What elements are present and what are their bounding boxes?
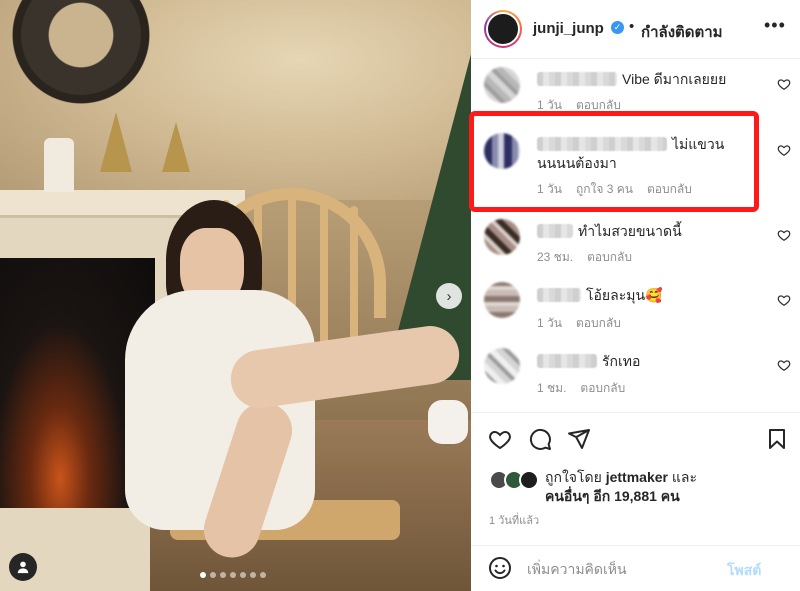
commenter-name[interactable] [537, 354, 597, 368]
commenter-avatar[interactable] [484, 219, 520, 255]
author-username[interactable]: junji_junp [533, 20, 604, 37]
comment-time: 1 ชม. [537, 381, 567, 395]
comment-text: ทำไมสวยขนาดนี้ [578, 223, 682, 239]
emoji-icon[interactable] [488, 556, 512, 580]
commenter-avatar[interactable] [484, 348, 520, 384]
like-comment-heart-icon[interactable] [777, 77, 791, 91]
comment-item: Vibe ดีมากเลยยย 1 วัน ตอบกลับ [471, 62, 800, 114]
post-timestamp[interactable]: 1 วันที่แล้ว [489, 511, 539, 529]
liker-avatar [519, 470, 539, 490]
reply-button[interactable]: ตอบกลับ [576, 314, 621, 333]
gold-tree-ornament [100, 112, 132, 172]
share-send-icon[interactable] [567, 427, 591, 451]
carousel-dot [220, 572, 226, 578]
comments-panel: junji_junp ✓ • กำลังติดตาม ••• Vibe ดีมา… [471, 0, 800, 591]
comment-meta: 23 ชม. ตอบกลับ [537, 248, 632, 267]
comment-meta: 1 วัน ตอบกลับ [537, 314, 621, 333]
comment-meta: 1 ชม. ตอบกลับ [537, 379, 625, 398]
liked-by-avatars[interactable] [489, 470, 539, 490]
commenter-avatar[interactable] [484, 67, 520, 103]
comment-time: 23 ชม. [537, 250, 574, 264]
liked-by-text: ถูกใจโดย jettmaker และ คนอื่นๆ อีก 19,88… [545, 468, 697, 506]
bookmark-icon[interactable] [765, 427, 789, 451]
commenter-name[interactable] [537, 224, 573, 238]
carousel-next-button[interactable]: › [436, 283, 462, 309]
highlight-annotation [469, 111, 759, 212]
reply-button[interactable]: ตอบกลับ [580, 379, 625, 398]
comment-body: โอ้ยละมุน🥰 [537, 286, 762, 305]
carousel-dot [200, 572, 206, 578]
add-comment-bar: โพสต์ [471, 545, 800, 591]
header-separator: • [629, 18, 635, 35]
more-options-icon[interactable]: ••• [764, 15, 786, 36]
verified-badge-icon: ✓ [611, 21, 624, 34]
gold-tree-ornament [162, 122, 190, 172]
deer-ornament [44, 138, 74, 192]
comment-body: ทำไมสวยขนาดนี้ [537, 222, 762, 241]
following-button[interactable]: กำลังติดตาม [641, 20, 723, 44]
comment-body: Vibe ดีมากเลยยย [537, 70, 762, 89]
commenter-avatar[interactable] [484, 282, 520, 318]
like-comment-heart-icon[interactable] [777, 293, 791, 307]
comment-item: รักเทอ 1 ชม. ตอบกลับ [471, 344, 800, 396]
commenter-name[interactable] [537, 288, 581, 302]
commenter-name[interactable] [537, 72, 617, 86]
tagged-users-button[interactable] [9, 553, 37, 581]
liked-by-prefix: ถูกใจโดย [545, 469, 602, 485]
person-icon [17, 561, 29, 574]
carousel-dot [240, 572, 246, 578]
chevron-right-icon: › [446, 287, 452, 305]
comment-item: ทำไมสวยขนาดนี้ 23 ชม. ตอบกลับ [471, 214, 800, 266]
carousel-dot [230, 572, 236, 578]
comment-body: รักเทอ [537, 352, 762, 371]
like-comment-heart-icon[interactable] [777, 143, 791, 157]
comment-bubble-icon[interactable] [528, 427, 552, 451]
post-header: junji_junp ✓ • กำลังติดตาม ••• [471, 0, 800, 59]
carousel-dot [260, 572, 266, 578]
carousel-indicator [200, 572, 266, 578]
carousel-dot [250, 572, 256, 578]
comment-item: โอ้ยละมุน🥰 1 วัน ตอบกลับ [471, 280, 800, 332]
comment-text: Vibe ดีมากเลยยย [622, 71, 727, 87]
post-actions: ถูกใจโดย jettmaker และ คนอื่นๆ อีก 19,88… [471, 412, 800, 555]
author-avatar[interactable] [484, 10, 522, 48]
comment-text: รักเทอ [602, 353, 641, 369]
like-comment-heart-icon[interactable] [777, 228, 791, 242]
comment-text: โอ้ยละมุน🥰 [586, 287, 663, 303]
person-sock [428, 400, 468, 444]
liked-by-others[interactable]: คนอื่นๆ อีก 19,881 คน [545, 488, 680, 504]
liked-by-and: และ [671, 469, 697, 485]
liked-by-user[interactable]: jettmaker [606, 469, 668, 485]
reply-button[interactable]: ตอบกลับ [587, 248, 632, 267]
like-heart-icon[interactable] [488, 427, 512, 451]
post-photo[interactable]: › [0, 0, 471, 591]
comment-time: 1 วัน [537, 316, 562, 330]
add-comment-input[interactable] [527, 558, 727, 580]
post-comment-button[interactable]: โพสต์ [727, 560, 761, 582]
like-comment-heart-icon[interactable] [777, 358, 791, 372]
carousel-dot [210, 572, 216, 578]
